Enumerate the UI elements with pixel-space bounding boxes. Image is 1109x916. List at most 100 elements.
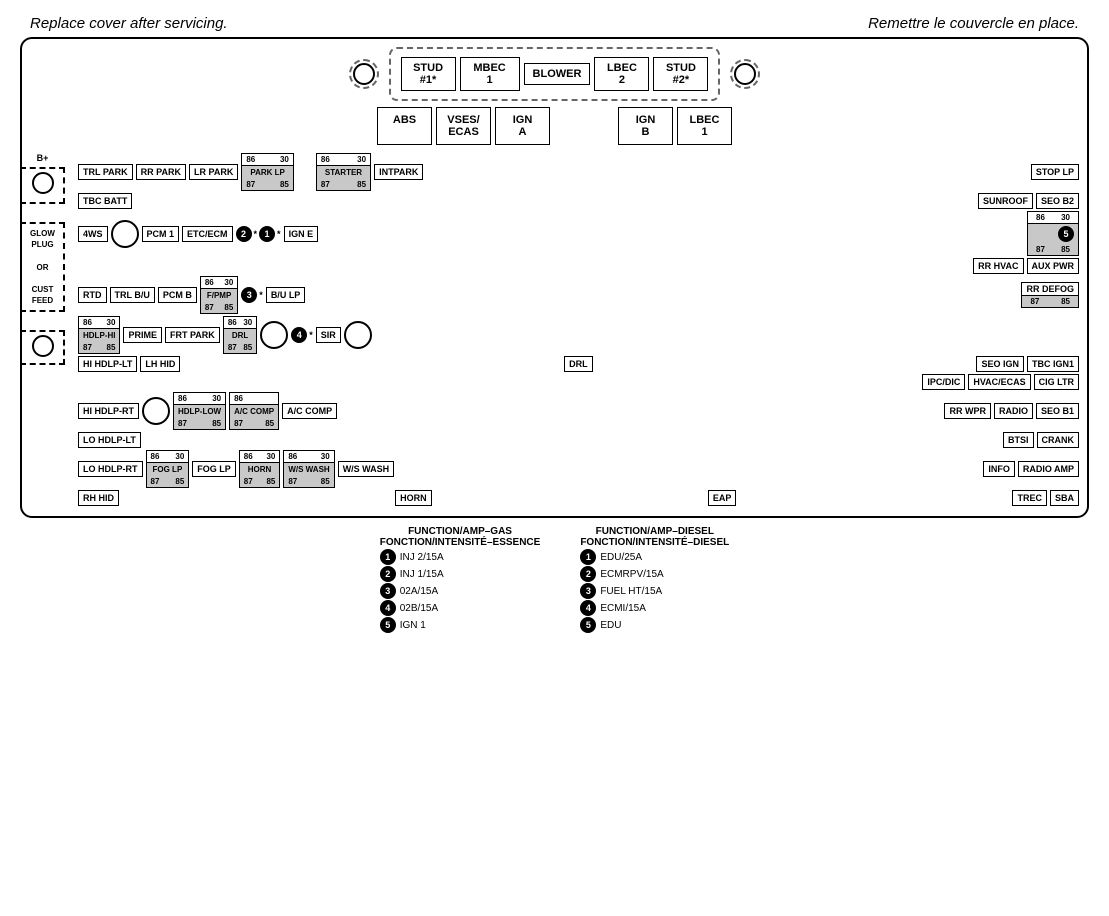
legend-num-3: 3 [380,583,396,599]
relay-fpmp-87: 87 [205,303,214,312]
circle-5 [260,321,288,349]
legend-num-1: 1 [380,549,396,565]
circle-6 [344,321,372,349]
legend-num-5: 5 [380,617,396,633]
star-3: * [259,290,263,300]
right-header: Remettre le couvercle en place. [868,15,1079,32]
fuse-aux-pwr: AUX PWR [1027,258,1080,274]
legend-diesel-3: 3 FUEL HT/15A [580,583,729,599]
row-6: HI HDLP-LT LH HID DRL SEO IGN TBC IGN1 [78,356,1079,372]
relay-fog-label: FOG LP [147,463,189,476]
fuse-info: INFO [983,461,1015,477]
relay-horn-label: HORN [240,463,280,476]
relay-horn-30: 30 [266,452,275,461]
legend-gas-5-text: IGN 1 [400,620,426,631]
fuse-radio-amp: RADIO AMP [1018,461,1079,477]
relay-fpmp-85: 85 [224,303,233,312]
legend-gas-1: 1 INJ 2/15A [380,549,541,565]
right-stud-connector [730,59,760,89]
fuse-tbc-ign1: TBC IGN1 [1027,356,1079,372]
fuse-lo-hdlp-rt: LO HDLP-RT [78,461,143,477]
num-circle-1: 1 [259,226,275,242]
legend-d-num-5: 5 [580,617,596,633]
relay-rr-defog-label: RR DEFOG [1022,283,1078,296]
legend-area: FUNCTION/AMP–GASFONCTION/INTENSITÉ–ESSEN… [10,526,1099,634]
fuse-etcecm: ETC/ECM [182,226,233,242]
relay5-87: 87 [1036,245,1045,254]
num4-row5: 4* [291,327,313,343]
left-side-panel: B+ GLOWPLUGORCUSTFEED [20,153,65,365]
fuse-prime: PRIME [123,327,162,343]
legend-diesel-2-text: ECMRPV/15A [600,569,663,580]
legend-gas: FUNCTION/AMP–GASFONCTION/INTENSITÉ–ESSEN… [380,526,541,634]
relay-fpmp-30: 30 [224,278,233,287]
fuse-blower: BLOWER [524,63,591,85]
relay-rr-defog: RR DEFOG 87 85 [1021,282,1079,308]
relay-5: 86 30 5 87 85 [1027,211,1079,256]
row-7: HI HDLP-RT 86 30 HDLP-LOW 87 85 [78,392,1079,430]
fuse-crank: CRANK [1037,432,1080,448]
fuse-trl-park: TRL PARK [78,164,133,180]
fuse-cig-ltr: CIG LTR [1034,374,1079,390]
relay-horn-85: 85 [266,477,275,486]
relay-horn: 86 30 HORN 87 85 [239,450,281,488]
relay-starter-label: STARTER [317,166,370,179]
relay-fog-lp: 86 30 FOG LP 87 85 [146,450,190,488]
relay-starter-85: 85 [357,180,366,189]
fuse-stop-lp: STOP LP [1031,164,1079,180]
fuse-seo-ign: SEO IGN [976,356,1024,372]
relay-fog-86: 86 [151,452,160,461]
row-6b: IPC/DIC HVAC/ECAS CIG LTR [78,374,1079,390]
relay-park-lp-30: 30 [280,155,289,164]
num-circle-4: 4 [291,327,307,343]
relay-ac-87: 87 [234,419,243,428]
legend-gas-1-text: INJ 2/15A [400,552,444,563]
relay-hdlp-low-label: HDLP-LOW [174,405,225,418]
relay-hdlp-hi-85: 85 [107,343,116,352]
fuse-tbc-batt: TBC BATT [78,193,132,209]
relay-ws-label: W/S WASH [284,463,333,476]
relay-drl: 86 30 DRL 87 85 [223,316,257,354]
fuse-hi-hdlp-lt: HI HDLP-LT [78,356,137,372]
fuse-abs: ABS [377,107,432,145]
fuse-sba: SBA [1050,490,1079,506]
relay-ws-87: 87 [288,477,297,486]
row-5: 86 30 HDLP-HI 87 85 PRIME FRT PARK [78,316,1079,354]
stud-circle-right [734,63,756,85]
relay-drl-label: DRL [224,329,256,342]
relay-rr-defog-87: 87 [1030,297,1039,306]
star-4: * [309,330,313,340]
relay-fog-30: 30 [175,452,184,461]
legend-diesel-2: 2 ECMRPV/15A [580,566,729,582]
relay-ws-wash: 86 30 W/S WASH 87 85 [283,450,334,488]
star-1: * [277,229,281,239]
fuse-gap [554,107,614,145]
legend-diesel-title: FUNCTION/AMP–DIESELFONCTION/INTENSITÉ–DI… [580,526,729,548]
relay-starter-86: 86 [321,155,330,164]
relay-drl-85: 85 [243,343,252,352]
numbered-items-row3: 2* 1* [236,226,281,242]
fuse-lh-hid: LH HID [140,356,180,372]
fuse-ipc-dic: IPC/DIC [922,374,965,390]
relay-starter: 86 30 STARTER 87 85 [316,153,371,191]
fuse-stud2: STUD#2* [653,57,708,91]
legend-d-num-2: 2 [580,566,596,582]
second-fuse-row: ABS VSES/ECAS IGNA IGNB LBEC1 [30,107,1079,145]
fuse-4ws: 4WS [78,226,108,242]
legend-diesel-5-text: EDU [600,620,621,631]
fuse-seo-b2: SEO B2 [1036,193,1079,209]
b-plus-box [20,167,65,204]
b-plus-circle-box [20,330,65,365]
page: Replace cover after servicing. Remettre … [0,0,1109,916]
relay-drl-30: 30 [243,318,252,327]
fuse-lr-park: LR PARK [189,164,238,180]
fuse-ws-wash: W/S WASH [338,461,395,477]
relay-drl-87: 87 [228,343,237,352]
relay-park-lp-85: 85 [280,180,289,189]
circle-3 [111,220,139,248]
relay-ac-comp: 86 A/C COMP 87 85 [229,392,279,430]
relay-hdlp-low-85: 85 [212,419,221,428]
relay-ws-85: 85 [321,477,330,486]
relay5-85: 85 [1061,245,1070,254]
relay-ac-label: A/C COMP [230,405,278,418]
